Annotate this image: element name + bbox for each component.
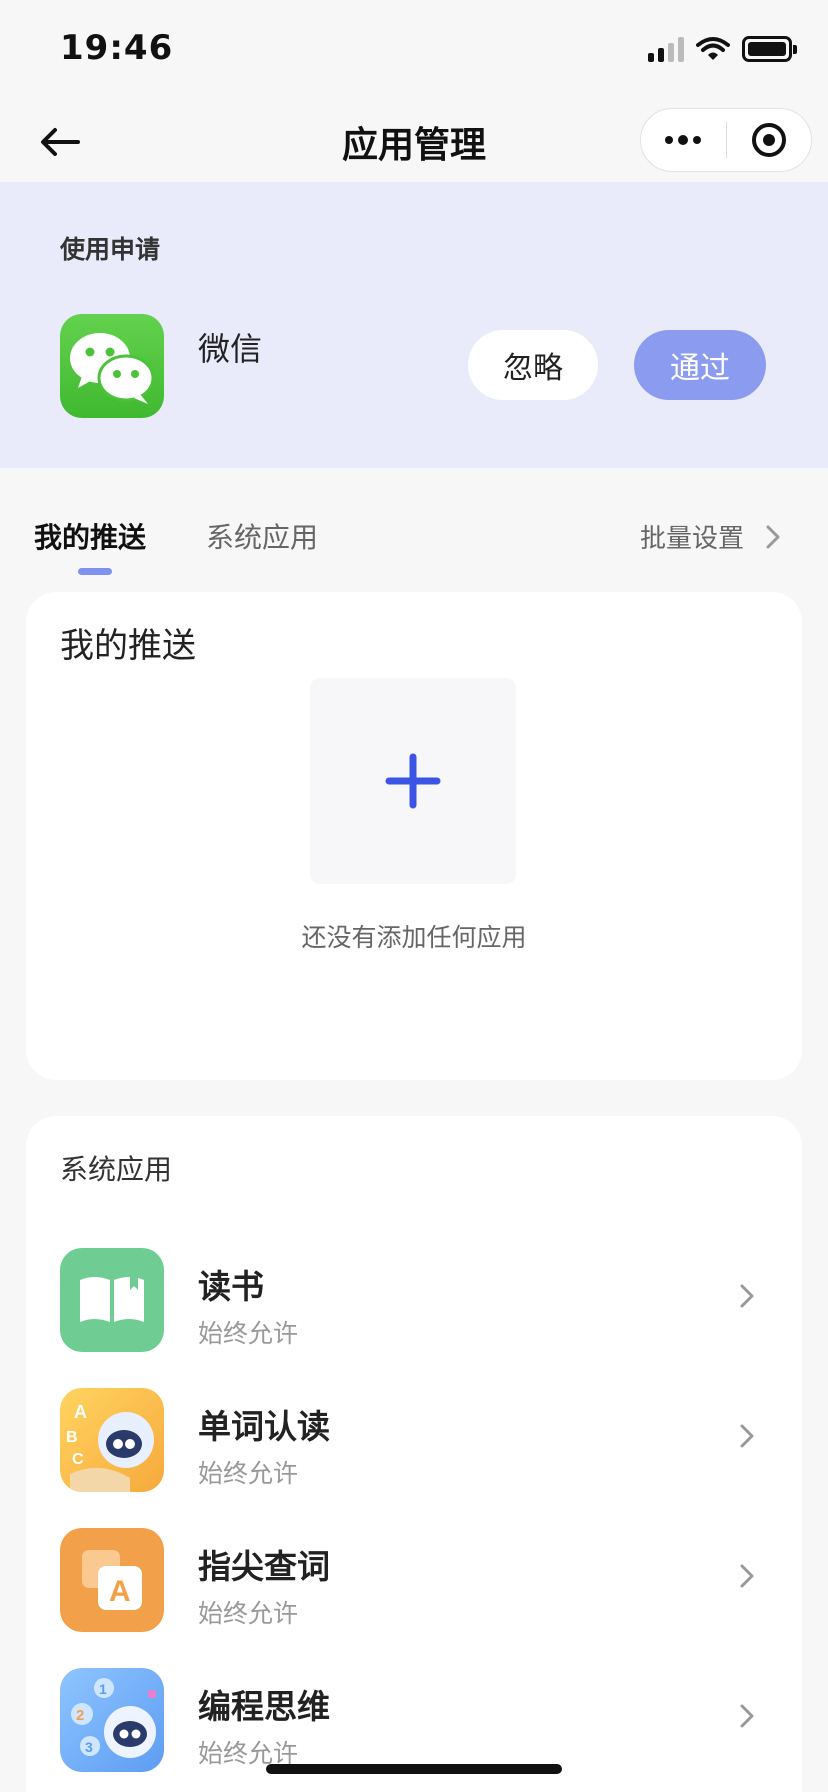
tab-bar: 我的推送 系统应用 批量设置	[0, 500, 828, 580]
system-apps-card: 系统应用 读书 始终允许 A B C 单词认读 始终允许 A 指尖查词 始终允许…	[26, 1116, 802, 1792]
active-tab-indicator	[78, 568, 112, 575]
mini-program-capsule	[640, 108, 812, 172]
wifi-icon	[696, 37, 730, 60]
batch-settings-label: 批量设置	[639, 524, 744, 554]
add-app-button[interactable]	[310, 678, 516, 884]
plus-icon	[385, 753, 441, 809]
more-dots-icon	[665, 136, 674, 144]
svg-text:C: C	[72, 1451, 84, 1468]
my-push-card: 我的推送 还没有添加任何应用	[26, 592, 802, 1080]
svg-text:A: A	[74, 1402, 87, 1422]
chevron-right-icon	[740, 1284, 754, 1308]
chevron-right-icon	[766, 525, 780, 548]
chevron-right-icon	[740, 1564, 754, 1588]
status-time: 19:46	[60, 28, 174, 68]
book-app-icon	[60, 1248, 164, 1352]
list-item-word-reading[interactable]: A B C 单词认读 始终允许	[26, 1370, 802, 1510]
nav-bar: 应用管理	[0, 100, 828, 182]
tab-system-apps[interactable]: 系统应用	[206, 516, 318, 556]
close-mini-program-button[interactable]	[727, 108, 812, 172]
list-item-fingertip-lookup[interactable]: A 指尖查词 始终允许	[26, 1510, 802, 1650]
svg-text:1: 1	[99, 1681, 107, 1697]
svg-text:A: A	[109, 1575, 131, 1608]
chevron-right-icon	[740, 1424, 754, 1448]
home-indicator	[266, 1764, 562, 1774]
svg-text:B: B	[66, 1429, 78, 1446]
status-icons	[648, 32, 797, 66]
battery-icon	[742, 36, 797, 62]
app-name: 读书	[198, 1267, 264, 1306]
chevron-right-icon	[740, 1704, 754, 1728]
app-status: 始终允许	[198, 1459, 299, 1488]
app-status: 始终允许	[198, 1599, 299, 1628]
fingertip-lookup-app-icon: A	[60, 1528, 164, 1632]
my-push-title: 我的推送	[60, 626, 196, 666]
approve-button[interactable]: 通过	[634, 330, 766, 400]
word-reading-app-icon: A B C	[60, 1388, 164, 1492]
ignore-button[interactable]: 忽略	[468, 330, 598, 400]
batch-settings-link[interactable]: 批量设置	[640, 518, 780, 555]
status-bar: 19:46	[0, 0, 828, 100]
app-name: 单词认读	[198, 1407, 330, 1446]
svg-text:2: 2	[76, 1707, 84, 1724]
system-apps-title: 系统应用	[60, 1153, 173, 1186]
wechat-icon	[60, 314, 164, 418]
app-status: 始终允许	[198, 1319, 299, 1348]
target-circle-icon	[751, 123, 786, 157]
usage-request-section: 使用申请 微信 忽略 通过	[0, 182, 828, 468]
tab-my-push[interactable]: 我的推送	[34, 516, 146, 556]
more-button[interactable]	[641, 108, 726, 172]
svg-text:3: 3	[85, 1739, 93, 1755]
app-name: 编程思维	[198, 1687, 330, 1726]
coding-thinking-app-icon: 2 1 3	[60, 1668, 164, 1772]
request-section-title: 使用申请	[60, 235, 161, 264]
app-name: 指尖查词	[198, 1547, 330, 1586]
empty-state-text: 还没有添加任何应用	[301, 923, 527, 952]
list-item-reading[interactable]: 读书 始终允许	[26, 1230, 802, 1370]
request-app-name: 微信	[198, 330, 263, 368]
cellular-signal-icon	[648, 36, 684, 62]
